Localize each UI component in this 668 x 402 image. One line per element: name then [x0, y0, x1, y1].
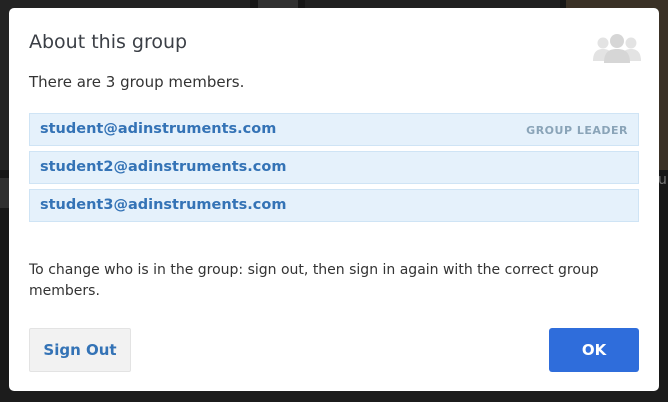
about-group-dialog: About this group There are 3 group membe… [9, 8, 659, 391]
group-icon [593, 34, 641, 63]
member-list: student@adinstruments.com GROUP LEADER s… [29, 113, 639, 227]
member-row: student@adinstruments.com GROUP LEADER [29, 113, 639, 146]
change-group-note: To change who is in the group: sign out,… [29, 262, 599, 299]
ok-button[interactable]: OK [549, 328, 639, 372]
member-row: student2@adinstruments.com [29, 151, 639, 184]
members-summary: There are 3 group members. [29, 73, 245, 91]
member-email: student3@adinstruments.com [40, 197, 287, 213]
member-row: student3@adinstruments.com [29, 189, 639, 222]
member-email: student2@adinstruments.com [40, 159, 287, 175]
member-email: student@adinstruments.com [40, 121, 277, 137]
dialog-title: About this group [29, 31, 188, 53]
sign-out-button[interactable]: Sign Out [29, 328, 131, 372]
group-leader-badge: GROUP LEADER [526, 124, 628, 137]
